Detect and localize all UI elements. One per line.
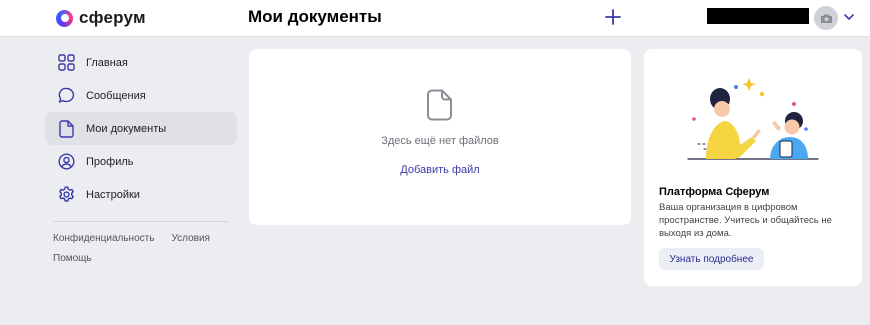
- learn-more-button[interactable]: Узнать подробнее: [659, 248, 764, 270]
- footer-links: Конфиденциальность Условия Помощь: [45, 233, 237, 264]
- promo-description: Ваша организация в цифровом пространстве…: [659, 202, 832, 239]
- user-name-redacted[interactable]: [707, 8, 809, 24]
- sidebar-item-label: Профиль: [86, 155, 134, 168]
- empty-state-text: Здесь ещё нет файлов: [381, 135, 499, 147]
- add-file-link[interactable]: Добавить файл: [249, 164, 631, 176]
- sferum-logo-icon: [56, 9, 73, 27]
- avatar[interactable]: [814, 6, 838, 30]
- sidebar-item-messages[interactable]: Сообщения: [45, 79, 237, 112]
- sidebar-item-documents[interactable]: Мои документы: [45, 112, 237, 145]
- chevron-down-icon[interactable]: [843, 11, 855, 23]
- sidebar-item-label: Мои документы: [86, 122, 167, 135]
- sidebar-item-home[interactable]: Главная: [45, 46, 237, 79]
- gear-icon: [57, 185, 76, 204]
- promo-title: Платформа Сферум: [659, 186, 770, 198]
- people-illustration: [687, 78, 819, 160]
- help-link[interactable]: Помощь: [53, 253, 92, 264]
- sidebar-divider: [53, 221, 229, 222]
- plus-icon: [605, 9, 621, 25]
- brand-name: сферум: [79, 8, 146, 27]
- privacy-link[interactable]: Конфиденциальность: [53, 233, 154, 244]
- promo-card: Платформа Сферум Ваша организация в цифр…: [644, 49, 862, 286]
- sidebar: Главная Сообщения Мои документы Профиль …: [45, 46, 237, 273]
- user-circle-icon: [57, 152, 76, 171]
- chat-bubble-icon: [57, 86, 76, 105]
- page-title: Мои документы: [248, 7, 382, 26]
- add-button[interactable]: [602, 6, 624, 28]
- document-icon: [57, 119, 76, 138]
- camera-icon: [820, 14, 832, 23]
- brand-logo[interactable]: сферум: [56, 8, 146, 28]
- empty-file-icon: [427, 89, 452, 121]
- sidebar-item-label: Сообщения: [86, 89, 146, 102]
- sidebar-item-label: Настройки: [86, 188, 140, 201]
- sidebar-item-settings[interactable]: Настройки: [45, 178, 237, 211]
- sidebar-item-profile[interactable]: Профиль: [45, 145, 237, 178]
- top-bar: сферум Мои документы: [0, 0, 870, 37]
- sidebar-item-label: Главная: [86, 56, 128, 69]
- grid-icon: [57, 53, 76, 72]
- documents-card: Здесь ещё нет файлов Добавить файл: [249, 49, 631, 225]
- terms-link[interactable]: Условия: [171, 233, 210, 244]
